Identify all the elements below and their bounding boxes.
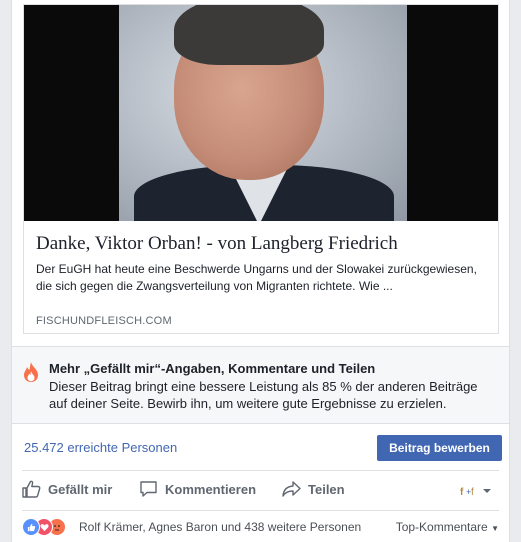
thumbs-up-icon [22, 480, 41, 498]
boost-suggestion: Mehr „Gefällt mir“-Angaben, Kommentare u… [12, 347, 509, 423]
share-arrow-icon [282, 481, 301, 497]
reach-count[interactable]: 25.472 erreichte Personen [24, 440, 177, 455]
like-button[interactable]: Gefällt mir [22, 480, 112, 498]
share-button[interactable]: Teilen [282, 480, 345, 498]
reactions-summary: Rolf Krämer, Agnes Baron und 438 weitere… [12, 512, 509, 542]
svg-text:f: f [471, 487, 474, 498]
promote-post-button[interactable]: Beitrag bewerben [377, 435, 502, 461]
link-preview[interactable]: Danke, Viktor Orban! - von Langberg Frie… [23, 4, 499, 334]
chevron-down-icon [483, 489, 491, 493]
like-reaction-icon [22, 518, 40, 536]
top-comments-dropdown[interactable]: Top-Kommentare ▼ [396, 520, 499, 534]
reaction-settings[interactable]: f + f [459, 482, 501, 500]
photo-hair [174, 5, 324, 65]
svg-text:f: f [460, 487, 464, 498]
share-label: Teilen [308, 481, 345, 497]
comment-label: Kommentieren [165, 481, 257, 497]
top-comments-label: Top-Kommentare [395, 520, 488, 534]
flame-icon [24, 362, 38, 382]
action-bar: Gefällt mir Kommentieren Teilen f + f [12, 476, 509, 506]
comment-button[interactable]: Kommentieren [139, 480, 256, 498]
caret-down-icon: ▼ [491, 524, 499, 533]
link-image[interactable] [24, 5, 498, 221]
boost-text: Dieser Beitrag bringt eine bessere Leist… [49, 379, 478, 411]
like-label: Gefällt mir [48, 481, 113, 497]
boost-title: Mehr „Gefällt mir“-Angaben, Kommentare u… [49, 361, 376, 376]
divider [22, 470, 499, 471]
post-card: Danke, Viktor Orban! - von Langberg Frie… [11, 0, 510, 542]
comment-icon [140, 481, 157, 497]
reaction-icons[interactable] [22, 518, 74, 536]
divider [12, 423, 509, 424]
page-avatar-icon: f + f [460, 487, 474, 498]
link-description: Der EuGH hat heute eine Beschwerde Ungar… [36, 262, 477, 293]
link-domain: FISCHUNDFLEISCH.COM [36, 315, 172, 327]
reactors-text[interactable]: Rolf Krämer, Agnes Baron und 438 weitere… [79, 520, 361, 534]
divider [22, 510, 499, 511]
link-title[interactable]: Danke, Viktor Orban! - von Langberg Frie… [36, 233, 486, 255]
